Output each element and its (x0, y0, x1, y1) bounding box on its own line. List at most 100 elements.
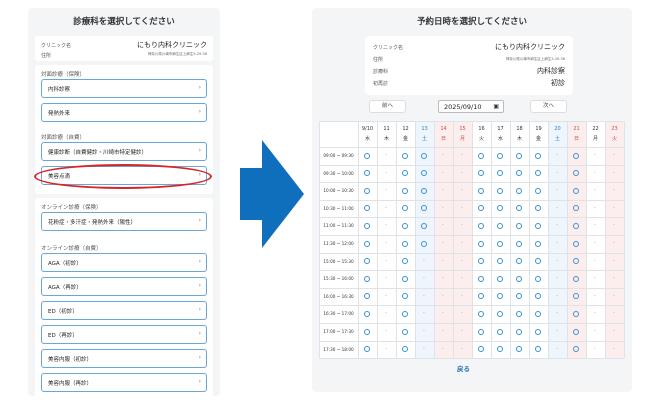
clinic-name-label: クリニック名 (373, 45, 404, 51)
available-slot[interactable] (402, 310, 408, 317)
grid-line (319, 323, 624, 324)
available-slot[interactable] (364, 152, 370, 159)
available-slot[interactable] (516, 328, 522, 335)
available-slot[interactable] (516, 275, 522, 282)
available-slot[interactable] (421, 222, 427, 229)
unavailable-slot: - (423, 292, 425, 299)
available-slot[interactable] (573, 152, 579, 159)
available-slot[interactable] (421, 240, 427, 247)
unavailable-slot: - (385, 275, 387, 282)
available-slot[interactable] (478, 275, 484, 282)
available-slot[interactable] (573, 187, 579, 194)
day-date: 14 (440, 126, 447, 132)
day-weekday: 土 (554, 136, 560, 142)
unavailable-slot: - (556, 257, 558, 264)
available-slot[interactable] (364, 187, 370, 194)
option-label: 発熱外来 (48, 111, 71, 117)
department-option[interactable]: AGA（初診） › (41, 253, 207, 272)
department-option[interactable]: 発熱外来 › (41, 103, 207, 122)
time-label: 10:30 ~ 11:00 (323, 205, 354, 211)
department-option[interactable]: AGA（再診） › (41, 277, 207, 296)
clinic-name: にもり内科クリニック (137, 41, 207, 49)
day-date: 16 (478, 126, 485, 132)
available-slot[interactable] (535, 240, 541, 247)
available-slot[interactable] (421, 187, 427, 194)
available-slot[interactable] (516, 310, 522, 317)
available-slot[interactable] (535, 275, 541, 282)
day-date: 12 (402, 126, 409, 132)
unavailable-slot: - (461, 310, 463, 317)
department-option[interactable]: ED（初診） › (41, 301, 207, 320)
available-slot[interactable] (478, 240, 484, 247)
option-label: 健康診断（自費健診・川崎市特定健診） (48, 150, 148, 156)
available-slot[interactable] (497, 222, 503, 229)
unavailable-slot: - (442, 240, 444, 246)
available-slot[interactable] (573, 275, 579, 282)
department-option[interactable]: 花粉症・多汗症・発熱外来（陽性） › (41, 212, 207, 231)
day-date: 17 (497, 126, 504, 132)
available-slot[interactable] (402, 222, 408, 229)
available-slot[interactable] (516, 152, 522, 159)
available-slot[interactable] (421, 152, 427, 159)
time-label: 11:00 ~ 11:30 (323, 223, 354, 229)
available-slot[interactable] (535, 187, 541, 194)
department-option[interactable]: 内科診察 › (41, 79, 207, 98)
available-slot[interactable] (516, 240, 522, 247)
grid-line (319, 252, 624, 254)
available-slot[interactable] (364, 275, 370, 282)
day-date: 21 (573, 126, 580, 132)
available-slot[interactable] (478, 187, 484, 194)
calendar-icon[interactable]: ▣ (493, 103, 499, 110)
unavailable-slot: - (594, 257, 596, 264)
available-slot[interactable] (535, 328, 541, 335)
department-option[interactable]: 美容内服（再診） › (41, 373, 207, 392)
department-option[interactable]: ED（再診） › (41, 325, 207, 344)
available-slot[interactable] (516, 222, 522, 229)
available-slot[interactable] (402, 187, 408, 194)
available-slot[interactable] (478, 310, 484, 317)
available-slot[interactable] (535, 152, 541, 159)
available-slot[interactable] (497, 187, 503, 194)
available-slot[interactable] (402, 328, 408, 335)
clinic-address-label: 住所 (41, 53, 52, 59)
available-slot[interactable] (497, 328, 503, 335)
grid-line (319, 182, 624, 184)
date-input[interactable]: 2025/09/10 ▣ (438, 100, 504, 113)
available-slot[interactable] (364, 240, 370, 247)
available-slot[interactable] (478, 222, 484, 229)
available-slot[interactable] (535, 310, 541, 317)
unavailable-slot: - (556, 222, 558, 229)
next-button[interactable]: 次へ (530, 100, 567, 113)
available-slot[interactable] (573, 328, 579, 335)
unavailable-slot: - (442, 292, 444, 299)
available-slot[interactable] (364, 310, 370, 317)
available-slot[interactable] (516, 187, 522, 194)
day-weekday: 木 (383, 136, 389, 142)
available-slot[interactable] (497, 152, 503, 159)
available-slot[interactable] (364, 222, 370, 229)
day-weekday: 火 (611, 136, 617, 142)
available-slot[interactable] (478, 328, 484, 335)
day-date: 22 (592, 126, 599, 132)
available-slot[interactable] (402, 240, 408, 247)
available-slot[interactable] (497, 240, 503, 247)
available-slot[interactable] (573, 310, 579, 317)
available-slot[interactable] (573, 222, 579, 229)
available-slot[interactable] (478, 152, 484, 159)
available-slot[interactable] (402, 275, 408, 282)
available-slot[interactable] (535, 222, 541, 229)
department-select-panel: 診療科を選択してください クリニック名 にもり内科クリニック 住所 神奈川県川崎… (28, 8, 220, 396)
available-slot[interactable] (402, 152, 408, 159)
time-label: 17:00 ~ 17:30 (323, 329, 354, 334)
department-option[interactable]: 健康診断（自費健診・川崎市特定健診） › (41, 142, 207, 161)
time-label: 15:30 ~ 16:00 (323, 276, 354, 282)
prev-button[interactable]: 前へ (369, 100, 406, 113)
back-link[interactable]: 戻る (457, 363, 470, 373)
available-slot[interactable] (573, 240, 579, 247)
available-slot[interactable] (364, 328, 370, 335)
unavailable-slot: - (385, 152, 387, 158)
available-slot[interactable] (497, 310, 503, 317)
unavailable-slot: - (442, 257, 444, 264)
department-option[interactable]: 美容内服（初診） › (41, 349, 207, 368)
available-slot[interactable] (497, 275, 503, 282)
